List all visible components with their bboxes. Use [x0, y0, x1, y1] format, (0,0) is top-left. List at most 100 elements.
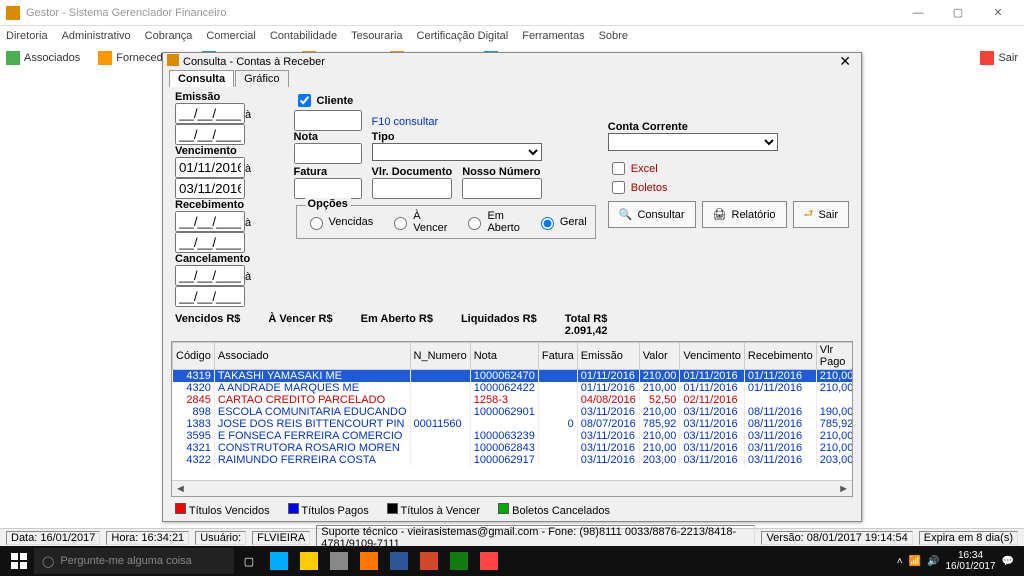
cortana-icon: ◯	[42, 555, 54, 568]
grid-scrollbar[interactable]: ◄►	[172, 480, 852, 496]
cancelamento-ate-input[interactable]	[175, 286, 245, 307]
label-fatura: Fatura	[294, 166, 328, 178]
col-valor[interactable]: Valor	[639, 343, 680, 370]
toolbar-sair[interactable]: Sair	[980, 51, 1018, 65]
modal-close-button[interactable]: ✕	[833, 53, 857, 70]
col-associado[interactable]: Associado	[214, 343, 410, 370]
table-row[interactable]: 4321CONSTRUTORA ROSARIO MOREN10000628430…	[173, 442, 854, 454]
taskbar-app-5[interactable]	[384, 546, 414, 576]
recebimento-ate-input[interactable]	[175, 232, 245, 253]
system-tray[interactable]: ˄ 📶 🔊 16:3416/01/2017 💬	[891, 550, 1020, 572]
radio-emaberto[interactable]: Em Aberto	[463, 210, 519, 234]
modal-titlebar: Consulta - Contas à Receber ✕	[163, 53, 861, 70]
menu-administrativo[interactable]: Administrativo	[62, 30, 131, 42]
fatura-input[interactable]	[294, 178, 362, 199]
col-emissão[interactable]: Emissão	[577, 343, 639, 370]
table-row[interactable]: 4320A ANDRADE MARQUES ME100006242201/11/…	[173, 382, 854, 394]
cancelamento-de-input[interactable]	[175, 265, 245, 286]
tab-grafico[interactable]: Gráfico	[235, 70, 288, 87]
modal-tabs: Consulta Gráfico	[163, 70, 861, 87]
tab-consulta[interactable]: Consulta	[169, 70, 234, 87]
col-recebimento[interactable]: Recebimento	[744, 343, 816, 370]
toolbar-icon	[980, 51, 994, 65]
label-vlr-documento: Vlr. Documento	[372, 166, 453, 178]
volume-icon[interactable]: 🔊	[927, 556, 939, 567]
taskbar-app-6[interactable]	[414, 546, 444, 576]
legend-item: Boletos Cancelados	[498, 503, 610, 517]
menu-cobrança[interactable]: Cobrança	[145, 30, 193, 42]
tipo-select[interactable]	[372, 143, 542, 161]
conta-corrente-select[interactable]	[608, 133, 778, 151]
radio-avencer[interactable]: À Vencer	[389, 210, 447, 234]
taskbar-search[interactable]: ◯Pergunte-me alguma coisa	[34, 548, 234, 574]
menu-sobre[interactable]: Sobre	[599, 30, 628, 42]
emissao-de-input[interactable]	[175, 103, 245, 124]
label-opcoes: Opções	[305, 198, 351, 210]
recebimento-de-input[interactable]	[175, 211, 245, 232]
menu-contabilidade[interactable]: Contabilidade	[270, 30, 337, 42]
toolbar-icon	[98, 51, 112, 65]
menu-tesouraria[interactable]: Tesouraria	[351, 30, 402, 42]
notifications-icon[interactable]: 💬	[1002, 556, 1014, 567]
maximize-button[interactable]: ▢	[938, 3, 978, 23]
start-button[interactable]	[4, 546, 34, 576]
radio-vencidas[interactable]: Vencidas	[305, 214, 374, 230]
taskbar-app-2[interactable]	[294, 546, 324, 576]
vencimento-de-input[interactable]	[175, 157, 245, 178]
vlr-documento-input[interactable]	[372, 178, 452, 199]
table-row[interactable]: 4322RAIMUNDO FERREIRA COSTA100006291703/…	[173, 454, 854, 466]
label-cancelamento: Cancelamento	[175, 253, 250, 265]
col-código[interactable]: Código	[173, 343, 215, 370]
tray-up-icon[interactable]: ˄	[897, 556, 903, 567]
table-row[interactable]: 1383JOSE DOS REIS BITTENCOURT PIN0001156…	[173, 418, 854, 430]
table-row[interactable]: 898ESCOLA COMUNITARIA EDUCANDO1000062901…	[173, 406, 854, 418]
label-nota: Nota	[294, 131, 318, 143]
cliente-input[interactable]	[294, 110, 362, 131]
app-icon	[6, 6, 20, 20]
col-vlr pago[interactable]: Vlr Pago	[816, 343, 853, 370]
label-emissao: Emissão	[175, 91, 220, 103]
menubar: Diretoria Administrativo Cobrança Comercial…	[0, 26, 1024, 46]
table-row[interactable]: 3595E FONSECA FERREIRA COMERCIO100006323…	[173, 430, 854, 442]
menu-certificação digital[interactable]: Certificação Digital	[417, 30, 509, 42]
relatorio-button[interactable]: 🖨Relatório	[702, 201, 787, 228]
legend: Títulos Vencidos Títulos Pagos Títulos à…	[163, 499, 861, 521]
col-n_numero[interactable]: N_Numero	[410, 343, 470, 370]
statusbar: Data: 16/01/2017 Hora: 16:34:21 Usuário:…	[0, 528, 1024, 546]
total-value: 2.091,42	[565, 325, 608, 337]
search-icon: 🔍	[619, 208, 633, 221]
taskbar-app-1[interactable]	[264, 546, 294, 576]
table-row[interactable]: 2845CARTAO CREDITO PARCELADO1258-304/08/…	[173, 394, 854, 406]
boletos-checkbox[interactable]: Boletos	[608, 178, 668, 197]
task-view-icon[interactable]: ▢	[234, 546, 264, 576]
excel-checkbox[interactable]: Excel	[608, 159, 658, 178]
menu-ferramentas[interactable]: Ferramentas	[522, 30, 584, 42]
minimize-button[interactable]: —	[898, 3, 938, 23]
results-grid[interactable]: CódigoAssociadoN_NumeroNotaFaturaEmissão…	[171, 341, 853, 497]
consultar-button[interactable]: 🔍Consultar	[608, 201, 696, 228]
col-fatura[interactable]: Fatura	[538, 343, 577, 370]
sair-button[interactable]: ⮐Sair	[793, 201, 849, 228]
taskbar-app-8[interactable]	[474, 546, 504, 576]
taskbar-app-3[interactable]	[324, 546, 354, 576]
col-nota[interactable]: Nota	[470, 343, 538, 370]
col-vencimento[interactable]: Vencimento	[680, 343, 744, 370]
vencimento-ate-input[interactable]	[175, 178, 245, 199]
nosso-numero-input[interactable]	[462, 178, 542, 199]
toolbar-associados[interactable]: Associados	[6, 51, 80, 65]
radio-geral[interactable]: Geral	[536, 214, 587, 230]
taskbar-app-4[interactable]	[354, 546, 384, 576]
menu-diretoria[interactable]: Diretoria	[6, 30, 48, 42]
label-recebimento: Recebimento	[175, 199, 244, 211]
table-row[interactable]: 4319TAKASHI YAMASAKI ME100006247001/11/2…	[173, 370, 854, 383]
nota-input[interactable]	[294, 143, 362, 164]
taskbar: ◯Pergunte-me alguma coisa ▢ ˄ 📶 🔊 16:341…	[0, 546, 1024, 576]
cliente-checkbox[interactable]: Cliente	[294, 91, 354, 110]
f10-link[interactable]: F10 consultar	[372, 116, 439, 128]
taskbar-app-7[interactable]	[444, 546, 474, 576]
menu-comercial[interactable]: Comercial	[206, 30, 256, 42]
close-button[interactable]: ✕	[978, 3, 1018, 23]
emissao-ate-input[interactable]	[175, 124, 245, 145]
label-tipo: Tipo	[372, 131, 395, 143]
network-icon[interactable]: 📶	[909, 556, 921, 567]
